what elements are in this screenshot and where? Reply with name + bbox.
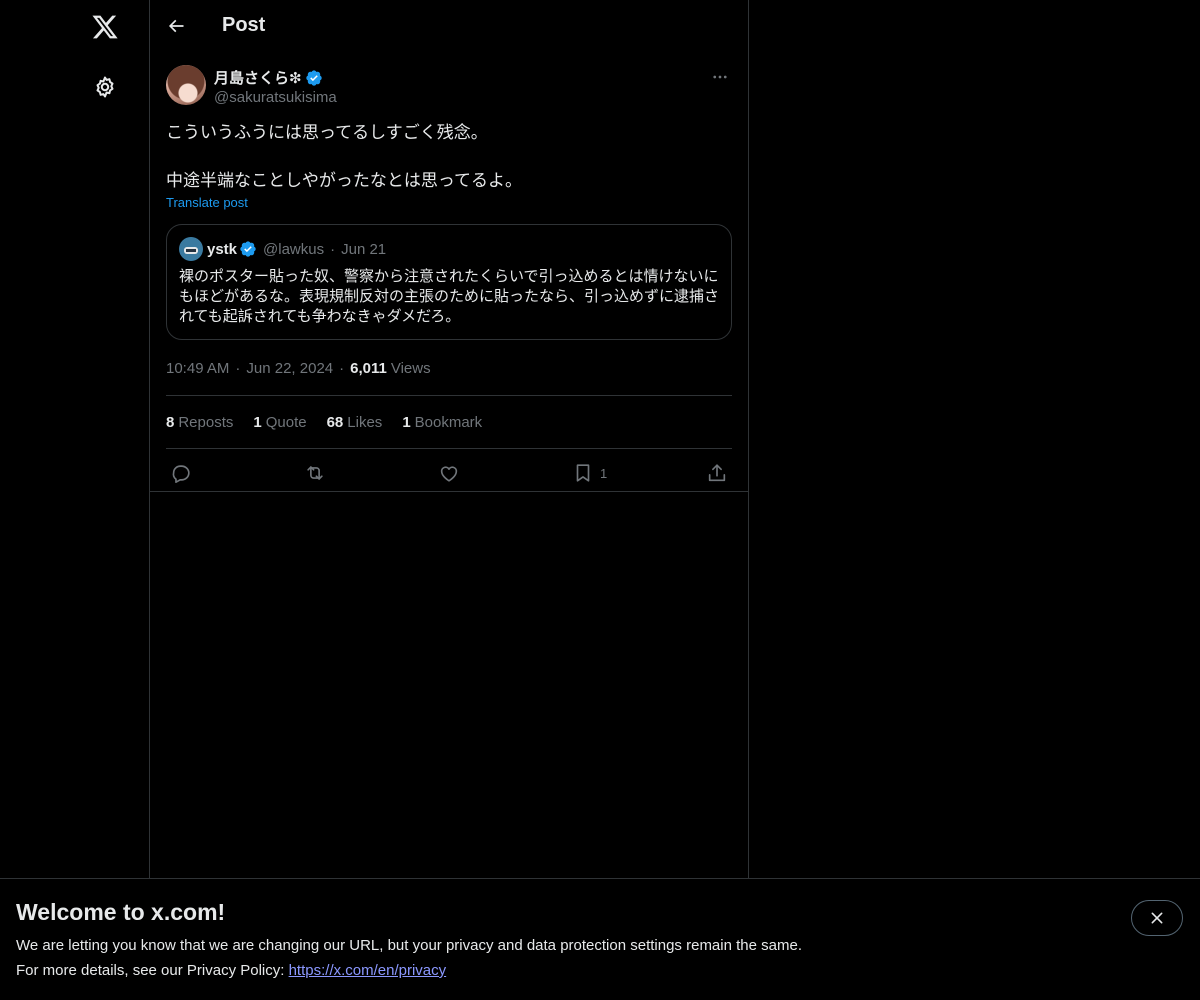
views-label: Views	[390, 359, 431, 377]
avatar[interactable]	[166, 65, 206, 105]
page-header: Post	[150, 0, 748, 53]
verified-badge-icon	[305, 69, 323, 87]
engagement-stats: 8 Reposts 1 Quote 68 Likes 1 Bookmark	[166, 396, 732, 448]
quote-avatar	[179, 237, 203, 261]
quotes-label: Quote	[265, 413, 307, 431]
main-column: Post 月島さくら❇ @sakuratsukisima こういうふうには思って…	[150, 0, 749, 1000]
bookmarks-count: 1	[402, 413, 411, 431]
more-horizontal-icon[interactable]	[708, 65, 732, 89]
separator-dot: ·	[235, 359, 241, 377]
reposts-stat[interactable]: 8 Reposts	[166, 414, 233, 431]
quote-header: ystk @lawkus · Jun 21	[179, 237, 719, 261]
close-banner-button[interactable]	[1131, 900, 1183, 936]
repost-icon[interactable]	[304, 461, 326, 485]
likes-count: 68	[326, 413, 344, 431]
author-name: 月島さくら❇	[214, 70, 302, 87]
post-time[interactable]: 10:49 AM	[166, 360, 229, 377]
banner-message: We are letting you know that we are chan…	[16, 937, 802, 954]
quote-author-handle: @lawkus	[263, 240, 325, 258]
bookmarks-stat[interactable]: 1 Bookmark	[402, 414, 482, 431]
page-title: Post	[222, 14, 266, 36]
author-row: 月島さくら❇ @sakuratsukisima	[166, 65, 732, 117]
post-text: こういうふうには思ってるしすごく残念。 中途半端なことしやがったなとは思ってるよ…	[166, 123, 522, 190]
bookmark-button[interactable]: 1	[572, 461, 607, 485]
back-arrow-icon[interactable]	[158, 8, 194, 44]
share-icon[interactable]	[706, 461, 728, 485]
close-icon	[1149, 910, 1165, 926]
author-handle[interactable]: @sakuratsukisima	[214, 89, 337, 106]
quote-date: Jun 21	[341, 240, 387, 258]
separator-dot: ·	[339, 359, 345, 377]
likes-label: Likes	[347, 413, 383, 431]
translate-post-link[interactable]: Translate post	[166, 195, 248, 210]
post-meta: 10:49 AM · Jun 22, 2024 · 6,011 Views	[166, 356, 732, 380]
reposts-label: Reposts	[178, 413, 234, 431]
heart-icon[interactable]	[438, 461, 460, 485]
quote-text: 裸のポスター貼った奴、警察から注意されたくらいで引っ込めるとは情けないにもほどが…	[179, 268, 720, 325]
reposts-count: 8	[166, 413, 175, 431]
divider	[150, 491, 749, 492]
verified-badge-icon	[239, 240, 257, 258]
welcome-banner: Welcome to x.com! We are letting you kno…	[0, 878, 1200, 1000]
quotes-stat[interactable]: 1 Quote	[253, 414, 306, 431]
separator-dot: ·	[330, 240, 336, 258]
banner-title: Welcome to x.com!	[16, 899, 226, 925]
privacy-policy-link[interactable]: https://x.com/en/privacy	[289, 962, 447, 979]
banner-privacy-line: For more details, see our Privacy Policy…	[16, 962, 446, 979]
bookmarks-label: Bookmark	[414, 413, 483, 431]
post: 月島さくら❇ @sakuratsukisima こういうふうには思ってるしすごく…	[150, 65, 748, 497]
reply-icon[interactable]	[170, 461, 192, 485]
x-logo-icon[interactable]	[80, 2, 130, 52]
settings-gear-icon[interactable]	[80, 62, 130, 112]
post-date[interactable]: Jun 22, 2024	[246, 360, 333, 377]
bookmark-icon	[572, 462, 594, 484]
action-bar: 1	[166, 449, 732, 497]
quotes-count: 1	[253, 413, 262, 431]
views-count: 6,011	[350, 359, 387, 377]
author-name-link[interactable]: 月島さくら❇	[214, 67, 323, 88]
likes-stat[interactable]: 68 Likes	[327, 414, 383, 431]
bookmark-count: 1	[600, 465, 608, 481]
banner-privacy-prefix: For more details, see our Privacy Policy…	[16, 962, 289, 979]
left-rail	[0, 0, 150, 1000]
quote-author-name: ystk	[207, 240, 238, 258]
quoted-post-card[interactable]: ystk @lawkus · Jun 21 裸のポスター貼った奴、警察から注意さ…	[166, 224, 732, 340]
